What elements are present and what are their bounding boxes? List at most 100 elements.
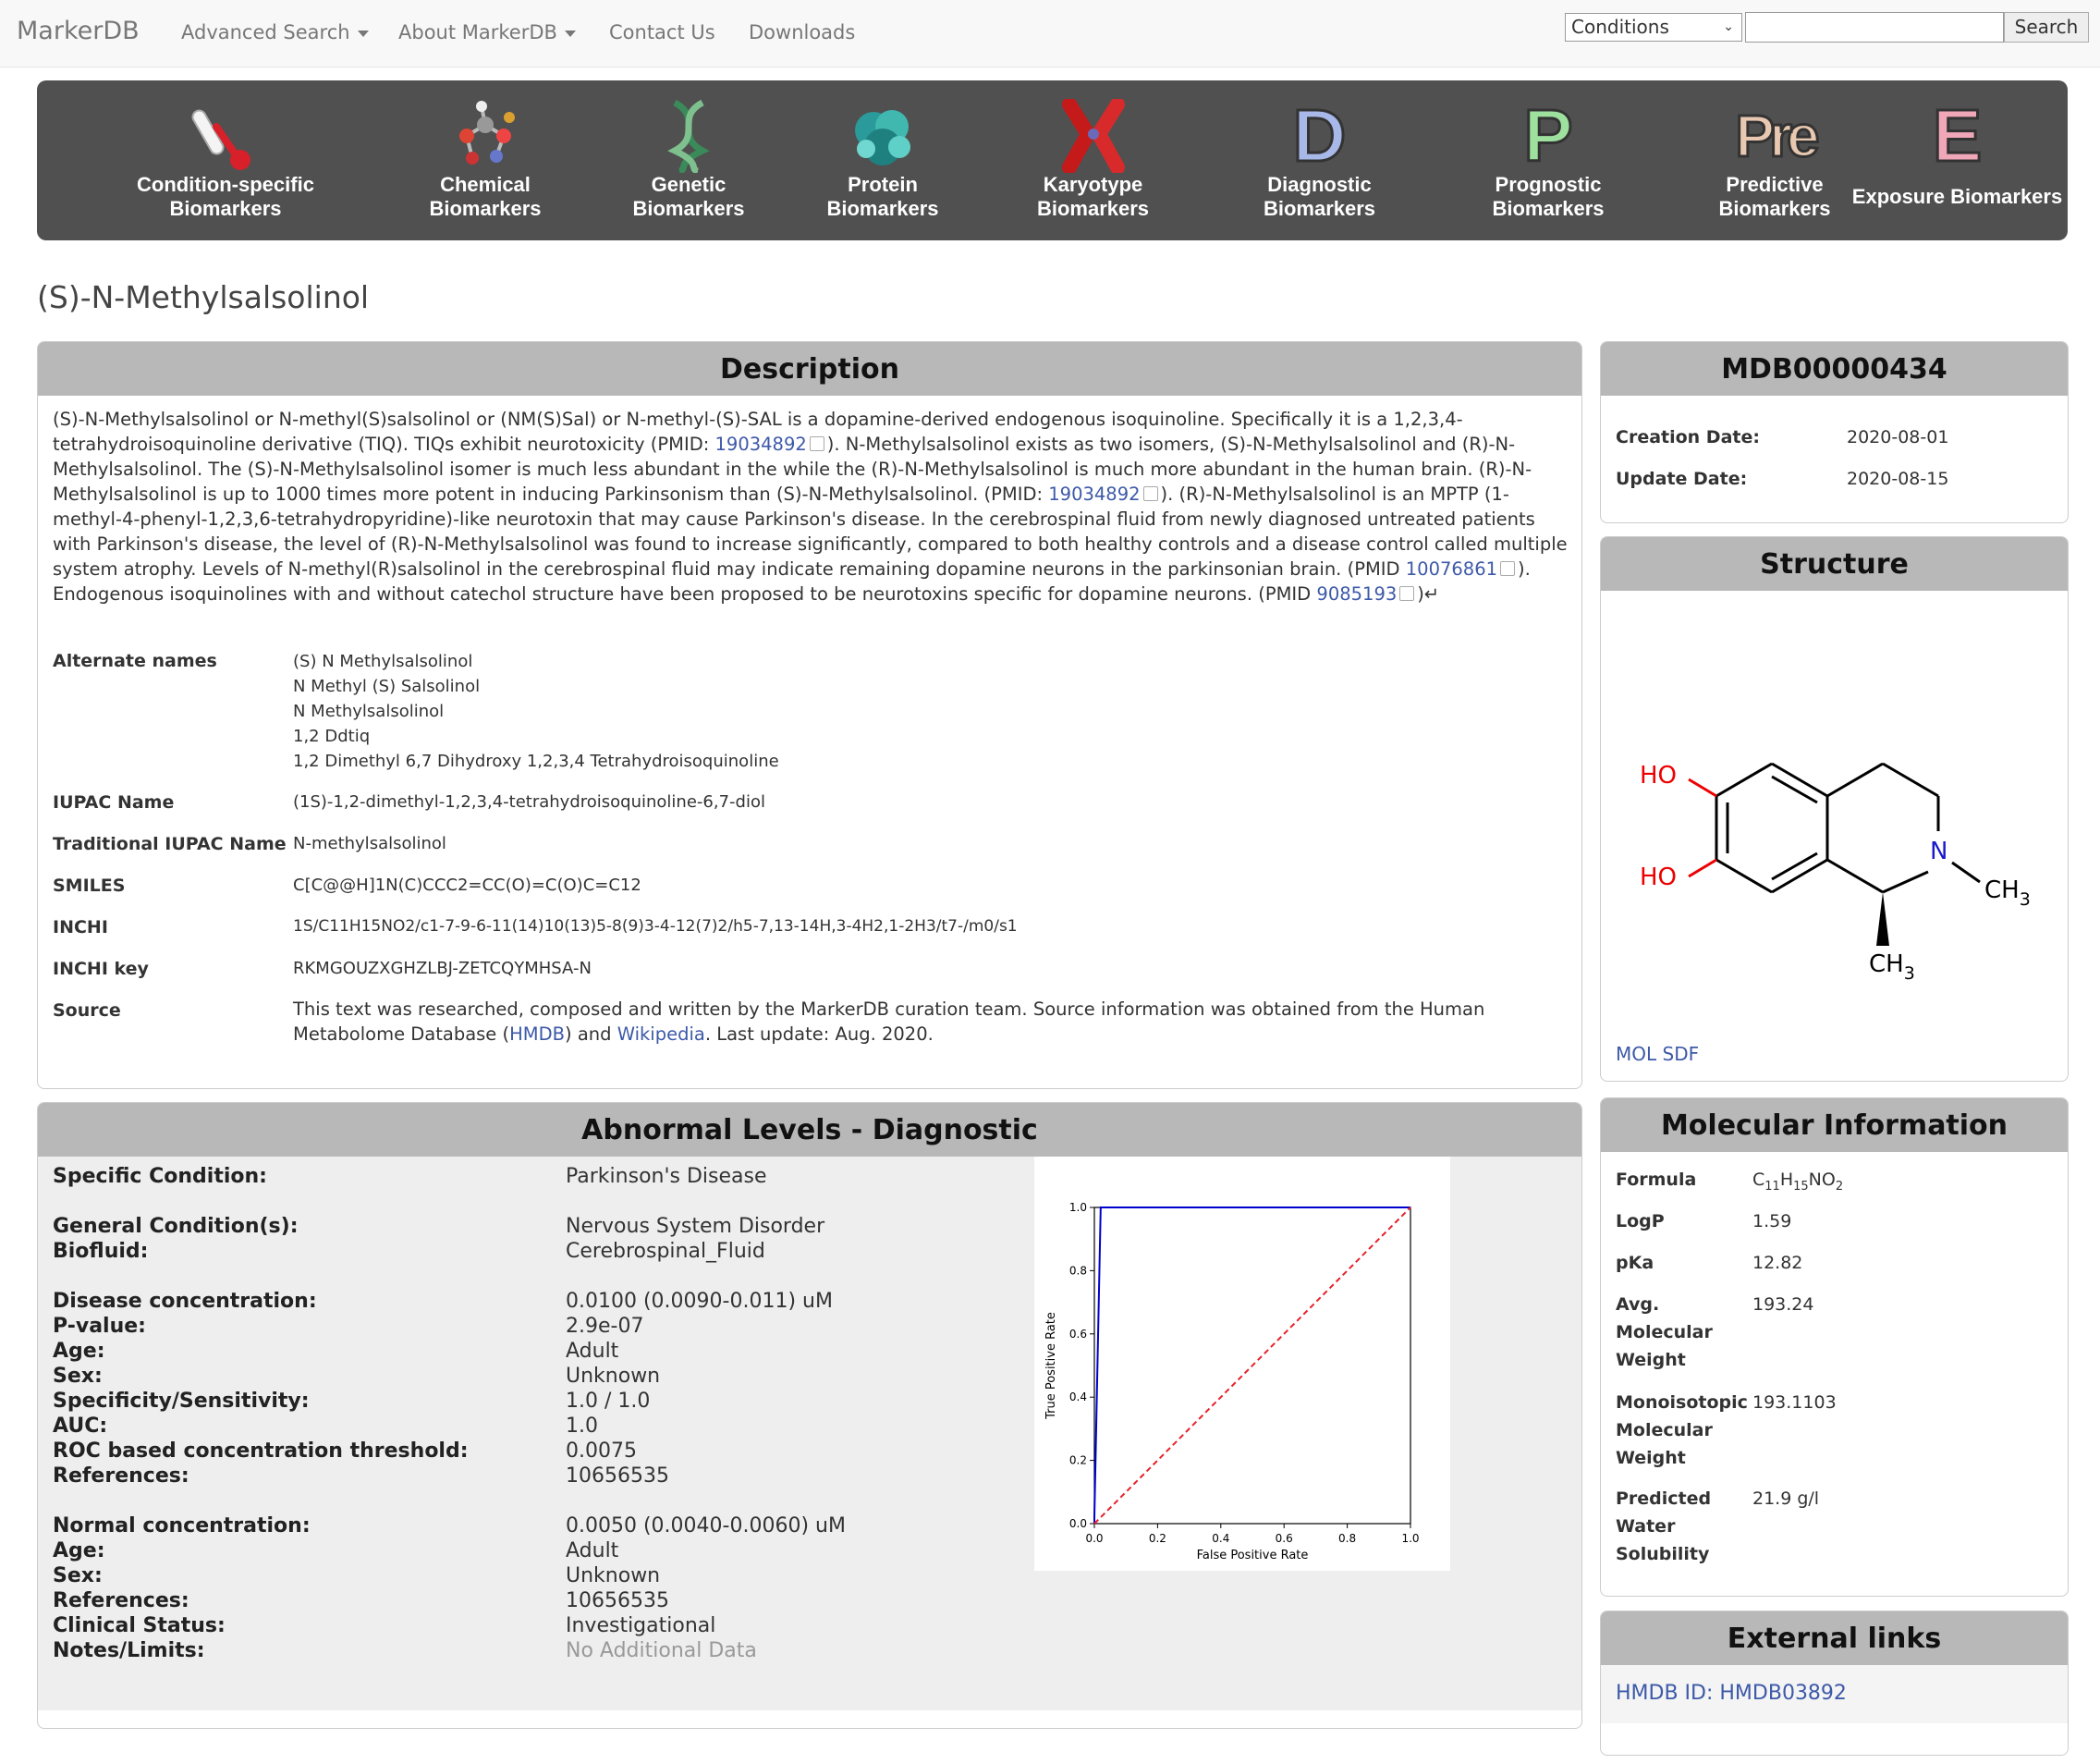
alternate-name: N Methylsalsolinol xyxy=(293,702,445,721)
alternate-name: N Methyl (S) Salsolinol xyxy=(293,677,481,696)
category-label: Biomarkers xyxy=(1263,197,1376,220)
external-links-panel: External links HMDB ID: HMDB03892 xyxy=(1600,1611,2069,1756)
chevron-down-icon: ⌄ xyxy=(1723,19,1734,34)
category-prognostic[interactable]: P Prognostic Biomarkers xyxy=(1447,97,1650,221)
category-chemical[interactable]: Chemical Biomarkers xyxy=(379,99,592,221)
inchikey-value: RKMGOUZXGHZLBJ-ZETCQYMHSA-N xyxy=(293,959,592,978)
description-panel: Description (S)-N-Methylsalsolinol or N-… xyxy=(37,341,1582,1089)
category-protein[interactable]: Protein Biomarkers xyxy=(786,99,980,221)
field-label: Avg. Molecular Weight xyxy=(1616,1294,1713,1370)
nav-contact[interactable]: Contact Us xyxy=(609,21,715,43)
wikipedia-link[interactable]: Wikipedia xyxy=(617,1023,705,1045)
molecule-icon xyxy=(379,99,592,173)
external-link-icon xyxy=(1399,586,1415,601)
condition-link[interactable]: Nervous System Disorder xyxy=(566,1214,824,1239)
source-value: This text was researched, composed and w… xyxy=(293,998,1485,1045)
field-label: Creation Date: xyxy=(1616,427,1760,447)
category-genetic[interactable]: Genetic Biomarkers xyxy=(601,99,776,221)
y-tick-label: 0.2 xyxy=(1069,1454,1087,1467)
category-label: Exposure Biomarkers xyxy=(1851,185,2063,208)
nav-about[interactable]: About MarkerDB xyxy=(398,21,576,43)
field-label: Traditional IUPAC Name xyxy=(53,834,287,854)
y-tick-label: 0.4 xyxy=(1069,1390,1087,1403)
roc-chart-svg: 0.0 0.2 0.4 0.6 0.8 1.0 0.0 0.2 0.4 0.6 0.8 1.0 Fals… xyxy=(1044,1201,1420,1562)
external-link-icon xyxy=(1500,561,1516,576)
alternate-name: (S) N Methylsalsolinol xyxy=(293,652,473,671)
hydroxyl-label: HO xyxy=(1640,864,1677,891)
protein-icon xyxy=(786,99,980,173)
category-label: Karyotype xyxy=(1043,173,1143,196)
x-tick-label: 1.0 xyxy=(1401,1532,1419,1545)
nav-advanced-search[interactable]: Advanced Search xyxy=(181,21,369,43)
pmid-link[interactable]: 19034892 xyxy=(1048,484,1140,505)
category-exposure[interactable]: E Exposure Biomarkers xyxy=(1844,94,2070,209)
caret-down-icon xyxy=(564,30,576,37)
avg-weight-value: 193.24 xyxy=(1752,1294,1814,1315)
chromosome-icon xyxy=(989,99,1197,173)
nav-downloads[interactable]: Downloads xyxy=(749,21,855,43)
category-label: Chemical xyxy=(440,173,531,196)
panel-heading: Structure xyxy=(1601,537,2068,591)
x-tick-label: 0.2 xyxy=(1149,1532,1166,1545)
traditional-iupac-value: N-methylsalsolinol xyxy=(293,834,446,853)
condition-link[interactable]: Parkinson's Disease xyxy=(566,1164,767,1189)
field-label: LogP xyxy=(1616,1211,1665,1231)
page-title: (S)-N-Methylsalsolinol xyxy=(37,279,370,315)
letter-e-icon: E xyxy=(1931,94,1983,177)
field-label: INCHI key xyxy=(53,959,149,979)
solubility-value: 21.9 g/l xyxy=(1752,1488,1820,1509)
hmdb-link[interactable]: HMDB xyxy=(509,1023,565,1045)
pmid-link[interactable]: 10076861 xyxy=(1406,558,1497,580)
caret-down-icon xyxy=(357,30,369,37)
x-tick-label: 0.8 xyxy=(1338,1532,1356,1545)
category-label: Biomarkers xyxy=(1036,197,1150,220)
panel-heading: External links xyxy=(1601,1611,2068,1665)
pmid-link[interactable]: 9085193 xyxy=(1316,583,1397,605)
pmid-link[interactable]: 19034892 xyxy=(715,434,807,455)
x-tick-label: 0.6 xyxy=(1276,1532,1293,1545)
hmdb-id-link[interactable]: HMDB ID: HMDB03892 xyxy=(1616,1682,1847,1705)
record-meta-panel: MDB00000434 Creation Date: 2020-08-01 Upd… xyxy=(1600,341,2069,523)
panel-heading: Abnormal Levels - Diagnostic xyxy=(38,1103,1581,1157)
category-label: Biomarkers xyxy=(632,197,745,220)
update-date: 2020-08-15 xyxy=(1847,469,1949,489)
description-text: (S)-N-Methylsalsolinol or N-methyl(S)sal… xyxy=(53,409,1568,605)
methyl-label: CH3 xyxy=(1869,950,1915,984)
category-label: Protein xyxy=(848,173,918,196)
structure-panel: Structure HO HO N CH3 CH3 MOL SDF xyxy=(1600,536,2069,1082)
record-id: MDB00000434 xyxy=(1601,342,2068,396)
dna-icon xyxy=(601,99,776,173)
mol-file-link[interactable]: MOL xyxy=(1616,1043,1656,1065)
brand-logo[interactable]: MarkerDB xyxy=(17,17,140,45)
iupac-value: (1S)-1,2-dimethyl-1,2,3,4-tetrahydroisoq… xyxy=(293,792,765,812)
field-label: pKa xyxy=(1616,1253,1654,1273)
methyl-label: CH3 xyxy=(1984,876,2031,910)
x-tick-label: 0.0 xyxy=(1085,1532,1103,1545)
y-tick-label: 0.8 xyxy=(1069,1264,1087,1277)
y-tick-label: 0.6 xyxy=(1069,1328,1087,1341)
external-link-icon xyxy=(809,436,824,451)
category-label: Diagnostic xyxy=(1267,173,1372,196)
external-links-body: HMDB ID: HMDB03892 xyxy=(1601,1665,2068,1723)
field-label: SMILES xyxy=(53,876,126,896)
sdf-file-link[interactable]: SDF xyxy=(1663,1043,1700,1065)
category-label: Biomarkers xyxy=(1492,197,1605,220)
search-type-select[interactable]: Conditions ⌄ xyxy=(1565,13,1742,42)
field-label: INCHI xyxy=(53,917,108,937)
creation-date: 2020-08-01 xyxy=(1847,427,1949,447)
y-axis-label: True Positive Rate xyxy=(1044,1312,1058,1420)
pka-value: 12.82 xyxy=(1752,1253,1803,1273)
field-label: Source xyxy=(53,1000,121,1021)
structure-file-links: MOL SDF xyxy=(1616,1043,1699,1065)
reference-link[interactable]: 10656535 xyxy=(566,1464,669,1488)
formula-value: C11H15NO2 xyxy=(1752,1170,1844,1194)
alternate-names-list: (S) N Methylsalsolinol N Methyl (S) Sals… xyxy=(293,649,1581,774)
reference-link[interactable]: 10656535 xyxy=(566,1588,669,1613)
category-diagnostic[interactable]: D Diagnostic Biomarkers xyxy=(1220,97,1419,221)
category-karyotype[interactable]: Karyotype Biomarkers xyxy=(989,99,1197,221)
top-navbar: MarkerDB Advanced Search About MarkerDB … xyxy=(0,0,2100,67)
search-input[interactable] xyxy=(1745,12,2004,43)
category-label: Biomarkers xyxy=(169,197,282,220)
search-button[interactable]: Search xyxy=(2004,12,2089,43)
category-condition-specific[interactable]: Condition-specific Biomarkers xyxy=(87,99,364,221)
